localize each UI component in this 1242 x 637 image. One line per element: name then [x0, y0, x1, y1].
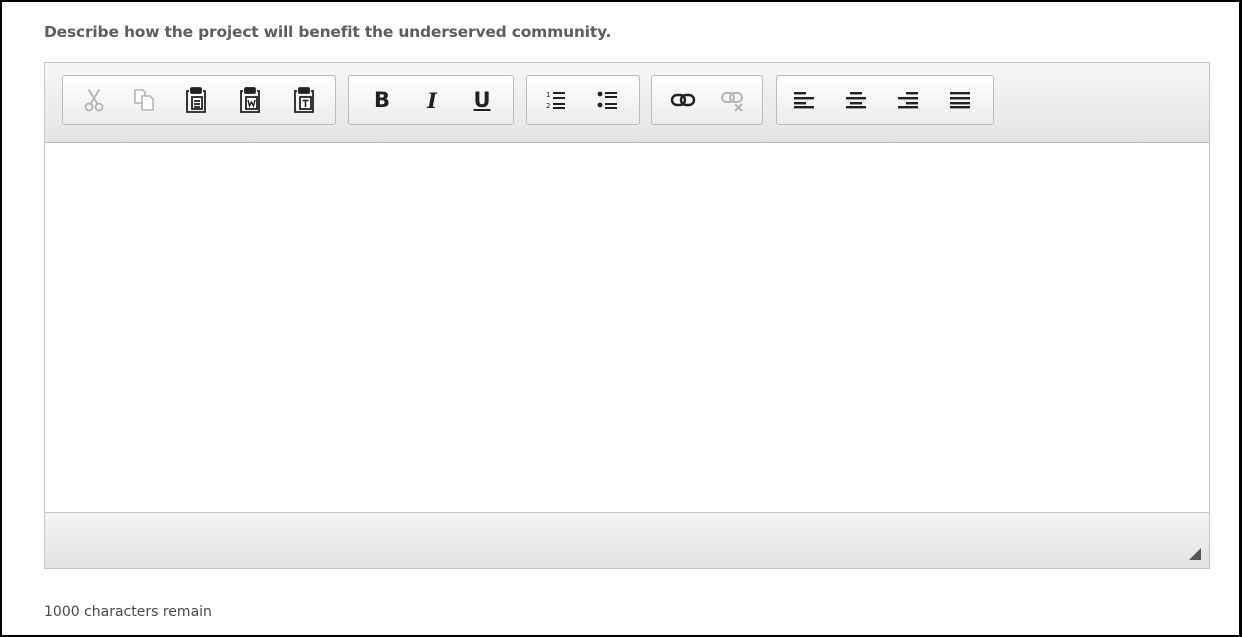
align-left-button[interactable] — [785, 76, 823, 124]
basic-style-group: B I U — [348, 75, 514, 125]
paste-button[interactable] — [177, 76, 215, 124]
resize-handle-icon[interactable] — [1189, 548, 1201, 560]
align-justify-button[interactable] — [941, 76, 979, 124]
align-left-icon — [794, 92, 814, 109]
copy-icon — [134, 89, 154, 111]
paste-word-icon — [240, 87, 260, 113]
align-right-button[interactable] — [889, 76, 927, 124]
paste-from-word-button[interactable] — [231, 76, 269, 124]
align-center-icon — [846, 92, 866, 109]
bold-button[interactable]: B — [363, 76, 401, 124]
underline-button[interactable]: U — [463, 76, 501, 124]
paste-text-icon — [294, 87, 314, 113]
question-label: Describe how the project will benefit th… — [44, 23, 612, 41]
bulleted-list-button[interactable] — [589, 76, 627, 124]
list-group: 1 2 — [526, 75, 640, 125]
editor-content-area[interactable] — [45, 143, 1209, 513]
align-right-icon — [898, 92, 918, 109]
rich-text-editor: B I U 1 2 — [44, 62, 1210, 569]
svg-text:2: 2 — [546, 102, 550, 110]
cut-button[interactable] — [75, 76, 113, 124]
link-icon — [670, 93, 696, 107]
paste-icon — [186, 87, 206, 113]
copy-button[interactable] — [125, 76, 163, 124]
unlink-button[interactable] — [714, 76, 752, 124]
svg-text:1: 1 — [546, 91, 550, 99]
clipboard-group — [62, 75, 336, 125]
character-counter: 1000 characters remain — [44, 604, 212, 620]
numbered-list-icon: 1 2 — [546, 91, 565, 110]
align-justify-icon — [950, 92, 970, 109]
link-button[interactable] — [664, 76, 702, 124]
editor-bottom-bar — [45, 512, 1209, 568]
scissors-icon — [84, 89, 104, 112]
link-group — [651, 75, 763, 125]
align-group — [776, 75, 994, 125]
form-frame: Describe how the project will benefit th… — [0, 0, 1242, 637]
editor-toolbar: B I U 1 2 — [45, 63, 1209, 143]
paste-as-text-button[interactable] — [285, 76, 323, 124]
unlink-icon — [721, 92, 743, 112]
align-center-button[interactable] — [837, 76, 875, 124]
numbered-list-button[interactable]: 1 2 — [537, 76, 575, 124]
bulleted-list-icon — [597, 91, 617, 109]
italic-button[interactable]: I — [413, 76, 451, 124]
